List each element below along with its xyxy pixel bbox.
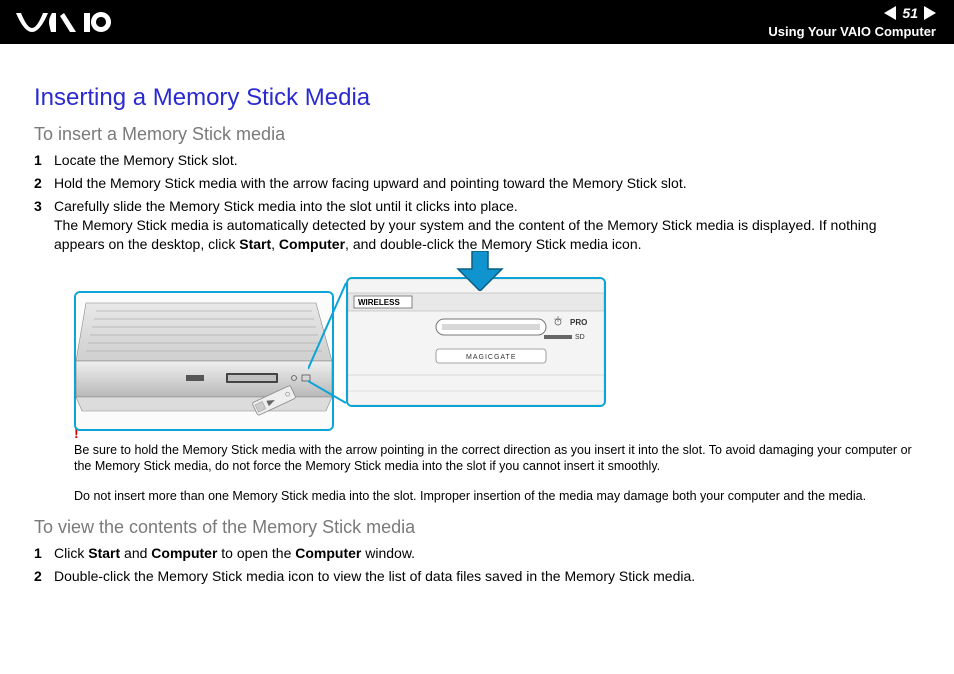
step-number: 2 — [34, 567, 54, 586]
prev-page-arrow-icon[interactable] — [884, 6, 896, 20]
page-title: Inserting a Memory Stick Media — [34, 84, 920, 112]
step-number: 1 — [34, 544, 54, 563]
section-title: Using Your VAIO Computer — [768, 24, 936, 39]
step-text: Carefully slide the Memory Stick media i… — [54, 197, 920, 254]
step-text: Click Start and Computer to open the Com… — [54, 544, 920, 563]
step-text-part: window. — [361, 545, 415, 561]
step-text-part: Click — [54, 545, 88, 561]
warning-text: Be sure to hold the Memory Stick media w… — [74, 443, 920, 474]
slot-zoom-panel: WIRELESS PRO SD — [346, 277, 606, 407]
view-steps: 1 Click Start and Computer to open the C… — [34, 544, 920, 586]
sd-label: SD — [575, 334, 585, 341]
note-text: Do not insert more than one Memory Stick… — [74, 489, 920, 503]
warning-block: ! Be sure to hold the Memory Stick media… — [74, 425, 920, 474]
header-right: 51 Using Your VAIO Computer — [768, 5, 936, 39]
page-body: Inserting a Memory Stick Media To insert… — [0, 44, 954, 609]
insert-steps: 1 Locate the Memory Stick slot. 2 Hold t… — [34, 151, 920, 253]
page-header: 51 Using Your VAIO Computer — [0, 0, 954, 44]
step-text-part: , and double-click the Memory Stick medi… — [345, 236, 641, 252]
slot-zoom-wrapper: WIRELESS PRO SD — [346, 271, 606, 407]
step-number: 1 — [34, 151, 54, 170]
step-number: 2 — [34, 174, 54, 193]
step-text: Double-click the Memory Stick media icon… — [54, 567, 920, 586]
laptop-side-panel — [74, 291, 334, 431]
page-number: 51 — [902, 5, 918, 21]
step-number: 3 — [34, 197, 54, 216]
manual-page: 51 Using Your VAIO Computer Inserting a … — [0, 0, 954, 674]
bold-computer: Computer — [279, 236, 345, 252]
bold-computer: Computer — [151, 545, 217, 561]
bold-computer-window: Computer — [295, 545, 361, 561]
step-text-part: to open the — [217, 545, 295, 561]
step-item: 2 Hold the Memory Stick media with the a… — [34, 174, 920, 193]
illustration-block: WIRELESS PRO SD — [74, 271, 920, 411]
insert-arrow-icon — [450, 251, 510, 291]
step-item: 1 Click Start and Computer to open the C… — [34, 544, 920, 563]
next-page-arrow-icon[interactable] — [924, 6, 936, 20]
pro-label: PRO — [570, 318, 587, 327]
step-item: 3 Carefully slide the Memory Stick media… — [34, 197, 920, 254]
insert-heading: To insert a Memory Stick media — [34, 124, 920, 145]
view-heading: To view the contents of the Memory Stick… — [34, 517, 920, 538]
magicgate-label: MAGICGATE — [466, 354, 516, 361]
step-text-part: and — [120, 545, 151, 561]
wireless-switch-label: WIRELESS — [358, 298, 400, 307]
callout-lines — [308, 271, 348, 431]
step-text: Hold the Memory Stick media with the arr… — [54, 174, 920, 193]
bold-start: Start — [88, 545, 120, 561]
step-text-part: , — [271, 236, 279, 252]
step-item: 2 Double-click the Memory Stick media ic… — [34, 567, 920, 586]
bold-start: Start — [239, 236, 271, 252]
step-item: 1 Locate the Memory Stick slot. — [34, 151, 920, 170]
step-text: Locate the Memory Stick slot. — [54, 151, 920, 170]
page-navigator: 51 — [884, 5, 936, 21]
vaio-logo — [16, 10, 126, 34]
